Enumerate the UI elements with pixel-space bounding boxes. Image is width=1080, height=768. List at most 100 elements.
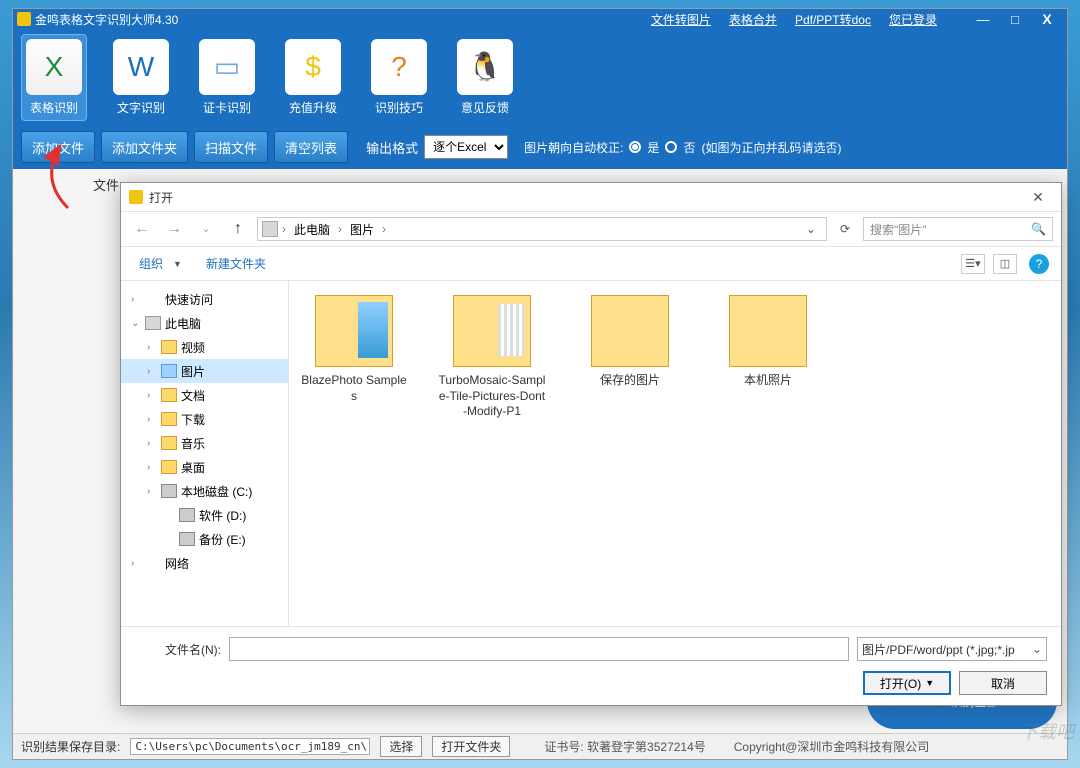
option-button-1[interactable]: 添加文件夹 xyxy=(101,131,188,163)
choose-dir-button[interactable]: 选择 xyxy=(380,736,422,757)
toolbar-card[interactable]: ▭证卡识别 xyxy=(195,35,259,120)
toolbar-coin[interactable]: $ 充值升级 xyxy=(281,35,345,120)
open-button[interactable]: 打开(O) ▼ xyxy=(863,671,951,695)
crumb-pictures[interactable]: 图片 xyxy=(346,221,378,238)
refresh-button[interactable]: ⟳ xyxy=(833,222,857,236)
disk-icon xyxy=(161,484,177,498)
filename-input[interactable] xyxy=(229,637,849,661)
open-button-label: 打开(O) xyxy=(880,675,921,692)
close-button[interactable]: X xyxy=(1031,9,1063,29)
chevron-right-icon: › xyxy=(338,222,342,236)
tree-node[interactable]: › 桌面 xyxy=(121,455,288,479)
crumb-dropdown[interactable]: ⌄ xyxy=(800,222,822,236)
nav-back-button[interactable]: ← xyxy=(129,216,155,242)
file-item[interactable]: TurboMosaic-Sample-Tile-Pictures-Dont-Mo… xyxy=(437,295,547,420)
file-type-filter[interactable]: 图片/PDF/word/ppt (*.jpg;*.jp ⌄ xyxy=(857,637,1047,661)
file-name: TurboMosaic-Sample-Tile-Pictures-Dont-Mo… xyxy=(437,373,547,420)
star-icon xyxy=(145,292,161,306)
toolbar-text[interactable]: W文字识别 xyxy=(109,35,173,120)
tree-label: 网络 xyxy=(165,555,189,572)
expand-icon: › xyxy=(147,486,157,497)
link-pdf-ppt-to-doc[interactable]: Pdf/PPT转doc xyxy=(795,11,871,28)
file-item[interactable]: 保存的图片 xyxy=(575,295,685,389)
tree-label: 视频 xyxy=(181,339,205,356)
open-folder-button[interactable]: 打开文件夹 xyxy=(432,736,510,757)
maximize-button[interactable]: □ xyxy=(999,9,1031,29)
search-placeholder: 搜索"图片" xyxy=(870,221,927,238)
link-merge-tables[interactable]: 表格合并 xyxy=(729,11,777,28)
output-format-select[interactable]: 逐个Excel xyxy=(424,135,508,159)
toolbar-label: 识别技巧 xyxy=(375,99,423,116)
tree-node[interactable]: ›网络 xyxy=(121,551,288,575)
main-toolbar: X表格识别 W文字识别 ▭证卡识别 $ 充值升级? 识别技巧 🐧意见反馈 xyxy=(13,29,1067,125)
minimize-button[interactable]: — xyxy=(967,9,999,29)
toolbar-excel[interactable]: X表格识别 xyxy=(21,34,87,121)
radio-yes[interactable] xyxy=(629,141,641,153)
chevron-down-icon[interactable]: ▼ xyxy=(173,259,182,269)
expand-icon: › xyxy=(147,438,157,449)
option-button-2[interactable]: 扫描文件 xyxy=(194,131,268,163)
bulb-icon: ? xyxy=(371,39,427,95)
titlebar-links: 文件转图片 表格合并 Pdf/PPT转doc 您已登录 xyxy=(651,11,937,28)
orientation-label: 图片朝向自动校正: xyxy=(524,139,623,156)
folder-icon xyxy=(729,295,807,367)
nav-recent-button[interactable]: ⌄ xyxy=(193,216,219,242)
tree-label: 音乐 xyxy=(181,435,205,452)
toolbar-label: 意见反馈 xyxy=(461,99,509,116)
filename-label: 文件名(N): xyxy=(135,641,221,658)
search-input[interactable]: 搜索"图片" 🔍 xyxy=(863,217,1053,241)
app-icon xyxy=(17,12,31,26)
file-name: 本机照片 xyxy=(744,373,792,389)
tree-node[interactable]: 备份 (E:) xyxy=(121,527,288,551)
pc-icon xyxy=(262,221,278,237)
net-icon xyxy=(145,556,161,570)
search-icon: 🔍 xyxy=(1031,222,1046,236)
file-list: BlazePhoto Samples TurboMosaic-Sample-Til… xyxy=(289,281,1061,626)
folder-icon xyxy=(453,295,531,367)
tree-node[interactable]: ›下载 xyxy=(121,407,288,431)
nav-forward-button[interactable]: → xyxy=(161,216,187,242)
cancel-button[interactable]: 取消 xyxy=(959,671,1047,695)
option-button-3[interactable]: 清空列表 xyxy=(274,131,348,163)
expand-icon: › xyxy=(147,462,157,473)
crumb-this-pc[interactable]: 此电脑 xyxy=(290,221,334,238)
nav-up-button[interactable]: ↑ xyxy=(225,216,251,242)
dialog-close-button[interactable]: ✕ xyxy=(1023,189,1053,206)
tree-node[interactable]: ›图片 xyxy=(121,359,288,383)
coin-icon: $ xyxy=(285,39,341,95)
toolbar-qq[interactable]: 🐧意见反馈 xyxy=(453,35,517,120)
tree-node[interactable]: ›视频 xyxy=(121,335,288,359)
tree-node[interactable]: ⌄此电脑 xyxy=(121,311,288,335)
disk-icon xyxy=(179,532,195,546)
expand-icon: ⌄ xyxy=(131,318,141,329)
preview-pane-button[interactable]: ◫ xyxy=(993,254,1017,274)
organize-button[interactable]: 组织 xyxy=(133,251,169,276)
tree-node[interactable]: 软件 (D:) xyxy=(121,503,288,527)
toolbar-bulb[interactable]: ? 识别技巧 xyxy=(367,35,431,120)
tree-node[interactable]: ›文档 xyxy=(121,383,288,407)
tree-label: 本地磁盘 (C:) xyxy=(181,483,252,500)
fld-icon xyxy=(161,340,177,354)
dialog-icon xyxy=(129,190,143,204)
fld-icon xyxy=(161,460,177,474)
view-mode-button[interactable]: ☰▾ xyxy=(961,254,985,274)
toolbar-label: 表格识别 xyxy=(30,99,78,116)
link-file-to-image[interactable]: 文件转图片 xyxy=(651,11,711,28)
new-folder-button[interactable]: 新建文件夹 xyxy=(200,251,272,276)
help-button[interactable]: ? xyxy=(1029,254,1049,274)
tree-node[interactable]: › 本地磁盘 (C:) xyxy=(121,479,288,503)
radio-no[interactable] xyxy=(665,141,677,153)
toolbar-label: 充值升级 xyxy=(289,99,337,116)
breadcrumb[interactable]: › 此电脑 › 图片 › ⌄ xyxy=(257,217,827,241)
open-file-dialog: 打开 ✕ ← → ⌄ ↑ › 此电脑 › 图片 › ⌄ ⟳ 搜索"图片" 🔍 组… xyxy=(120,182,1062,706)
tree-node[interactable]: › 音乐 xyxy=(121,431,288,455)
tree-label: 桌面 xyxy=(181,459,205,476)
link-logged-in[interactable]: 您已登录 xyxy=(889,11,937,28)
file-item[interactable]: BlazePhoto Samples xyxy=(299,295,409,404)
option-button-0[interactable]: 添加文件 xyxy=(21,131,95,163)
file-item[interactable]: 本机照片 xyxy=(713,295,823,389)
orientation-note: (如图为正向并乱码请选否) xyxy=(701,139,841,156)
dialog-title: 打开 xyxy=(149,189,173,206)
tree-node[interactable]: ›快速访问 xyxy=(121,287,288,311)
save-dir-label: 识别结果保存目录: xyxy=(21,738,120,755)
